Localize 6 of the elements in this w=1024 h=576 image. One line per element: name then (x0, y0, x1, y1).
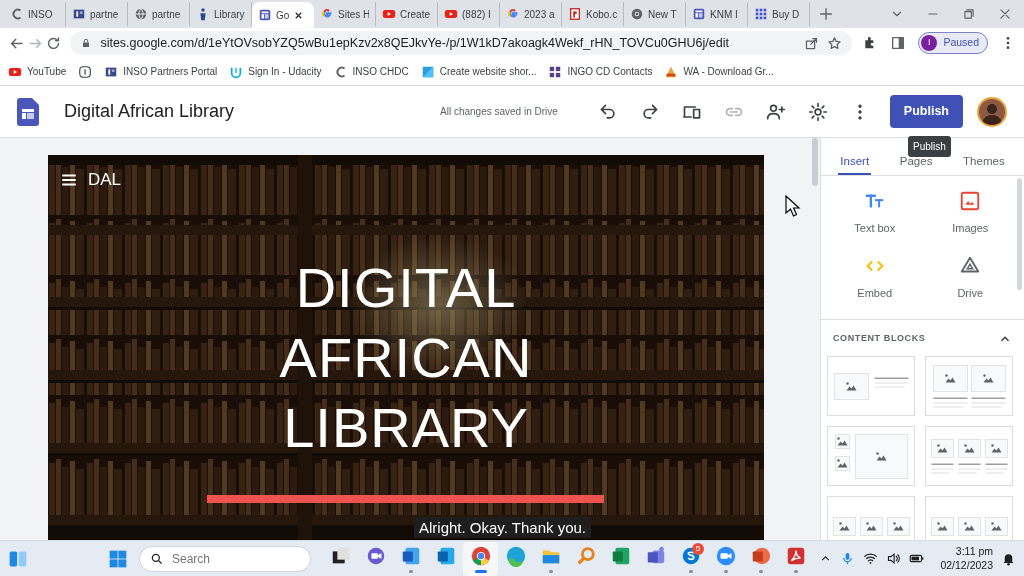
section-title: CONTENT BLOCKS (833, 332, 926, 346)
save-status: All changes saved in Drive (440, 105, 558, 119)
notification-badge: 5 (692, 542, 704, 555)
subtitle: Alright. Okay. Thank you. (414, 517, 592, 538)
hero-title: DIGITAL AFRICAN LIBRARY (278, 255, 534, 461)
tooltip: Publish (908, 136, 951, 157)
